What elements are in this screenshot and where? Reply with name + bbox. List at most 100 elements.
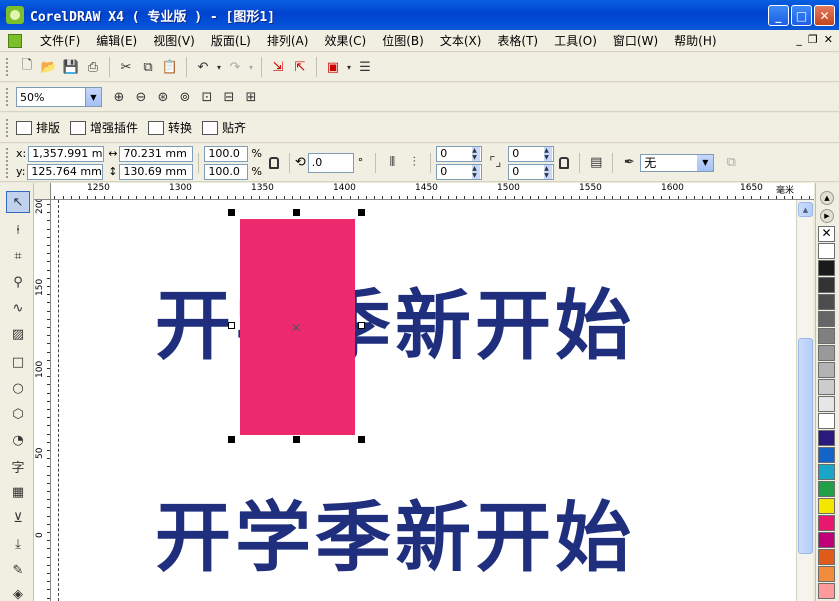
rectangle-tool-icon[interactable]: □: [6, 351, 30, 373]
selection-handle[interactable]: [358, 436, 365, 443]
scale-y-field[interactable]: 100.0: [204, 163, 249, 180]
zoom-page-icon[interactable]: ⊡: [196, 86, 218, 108]
application-launcher-icon[interactable]: ▣: [322, 56, 344, 78]
horizontal-ruler[interactable]: 1250 1300 1350 1400 1450 1500 1550 1600 …: [34, 183, 814, 200]
toolbar-grip[interactable]: [6, 147, 10, 178]
height-field[interactable]: 130.69 mm: [119, 163, 194, 180]
options-icon[interactable]: ☰: [354, 56, 376, 78]
scale-x-field[interactable]: 100.0: [204, 145, 249, 162]
color-swatch[interactable]: [818, 532, 835, 548]
plugin-convert[interactable]: 转换: [148, 119, 192, 136]
convert-to-curves-icon[interactable]: ⧉: [720, 152, 742, 174]
color-swatch[interactable]: [818, 345, 835, 361]
center-marker-icon[interactable]: ✕: [291, 321, 301, 335]
zoom-page-width-icon[interactable]: ⊟: [218, 86, 240, 108]
menu-help[interactable]: 帮助(H): [666, 32, 724, 49]
color-swatch[interactable]: [818, 566, 835, 582]
menu-table[interactable]: 表格(T): [489, 32, 546, 49]
toolbar-grip[interactable]: [6, 118, 10, 137]
save-icon[interactable]: 💾: [60, 56, 82, 78]
polygon-tool-icon[interactable]: ⬡: [6, 403, 30, 425]
print-icon[interactable]: ⎙: [82, 56, 104, 78]
zoom-all-objects-icon[interactable]: ⊚: [174, 86, 196, 108]
plugin-enhance[interactable]: 增强插件: [70, 119, 138, 136]
selection-handle[interactable]: [228, 322, 235, 329]
toolbar-grip[interactable]: [6, 88, 10, 106]
zoom-out-icon[interactable]: ⊖: [130, 86, 152, 108]
doc-restore-button[interactable]: ❐: [808, 33, 818, 46]
copy-icon[interactable]: ⧉: [137, 56, 159, 78]
color-swatch[interactable]: [818, 583, 835, 599]
ruler-origin[interactable]: [34, 183, 51, 200]
outline-width-select[interactable]: 无 ▼: [640, 153, 715, 172]
minimize-button[interactable]: _: [768, 5, 789, 26]
maximize-button[interactable]: □: [791, 5, 812, 26]
doc-close-button[interactable]: ✕: [824, 33, 833, 46]
shape-tool-icon[interactable]: ⍿: [6, 219, 30, 241]
vertical-scrollbar[interactable]: ▲: [796, 200, 813, 601]
undo-icon[interactable]: ↶: [192, 56, 214, 78]
selection-handle[interactable]: [293, 436, 300, 443]
interactive-tool-icon[interactable]: ⊻: [6, 507, 30, 529]
mirror-vertical-icon[interactable]: ⫶: [403, 152, 425, 174]
vertical-ruler[interactable]: 200 150 100 50 0: [34, 200, 51, 601]
color-swatch[interactable]: [818, 447, 835, 463]
fill-tool-icon[interactable]: ◈: [6, 583, 30, 601]
color-swatch[interactable]: [818, 498, 835, 514]
redo-dropdown-icon[interactable]: ▾: [246, 56, 256, 78]
color-swatch[interactable]: [818, 464, 835, 480]
cut-icon[interactable]: ✂: [115, 56, 137, 78]
width-field[interactable]: 70.231 mm: [119, 145, 194, 162]
zoom-tool-icon[interactable]: ⚲: [6, 271, 30, 293]
palette-scroll-up-icon[interactable]: ▲: [820, 191, 834, 205]
selection-handle[interactable]: [358, 209, 365, 216]
menu-edit[interactable]: 编辑(E): [88, 32, 145, 49]
zoom-level-select[interactable]: 50% ▼: [16, 87, 102, 107]
menu-text[interactable]: 文本(X): [432, 32, 490, 49]
paste-icon[interactable]: 📋: [159, 56, 181, 78]
ellipse-tool-icon[interactable]: ○: [6, 377, 30, 399]
corner-radius-bottom-left[interactable]: 0: [436, 163, 483, 180]
open-icon[interactable]: 📂: [38, 56, 60, 78]
wrap-paragraph-text-icon[interactable]: ▤: [585, 152, 607, 174]
color-swatch[interactable]: [818, 362, 835, 378]
zoom-in-icon[interactable]: ⊕: [108, 86, 130, 108]
color-swatch[interactable]: [818, 311, 835, 327]
corner-radius-top-left[interactable]: 0: [436, 145, 483, 162]
plugin-snap[interactable]: 贴齐: [202, 119, 246, 136]
text-tool-icon[interactable]: 字: [6, 455, 30, 477]
corner-radius-top-right[interactable]: 0: [508, 145, 555, 162]
headline-text-top[interactable]: 开学季新开始: [155, 288, 635, 364]
menu-bitmaps[interactable]: 位图(B): [374, 32, 432, 49]
menu-layout[interactable]: 版面(L): [203, 32, 259, 49]
color-swatch[interactable]: [818, 413, 835, 429]
selection-handle[interactable]: [293, 209, 300, 216]
eyedropper-tool-icon[interactable]: ⤓: [6, 533, 30, 555]
menu-view[interactable]: 视图(V): [145, 32, 203, 49]
color-swatch[interactable]: [818, 294, 835, 310]
zoom-page-height-icon[interactable]: ⊞: [240, 86, 262, 108]
x-position-field[interactable]: 1,357.991 mm: [28, 145, 105, 162]
zoom-selected-icon[interactable]: ⊛: [152, 86, 174, 108]
no-fill-swatch[interactable]: ✕: [818, 226, 835, 242]
menu-tools[interactable]: 工具(O): [546, 32, 605, 49]
plugin-typesetting[interactable]: 排版: [16, 119, 60, 136]
color-swatch[interactable]: [818, 396, 835, 412]
selection-handle[interactable]: [228, 209, 235, 216]
color-swatch[interactable]: [818, 515, 835, 531]
table-tool-icon[interactable]: ▦: [6, 481, 30, 503]
import-icon[interactable]: ⇲: [267, 56, 289, 78]
corner-lock-icon[interactable]: [559, 156, 570, 169]
basic-shapes-tool-icon[interactable]: ◔: [6, 429, 30, 451]
launcher-dropdown-icon[interactable]: ▾: [344, 56, 354, 78]
new-document-icon[interactable]: 🗋: [16, 56, 38, 78]
scroll-up-icon[interactable]: ▲: [798, 202, 813, 217]
doc-minimize-button[interactable]: _: [796, 33, 802, 46]
y-position-field[interactable]: 125.764 mm: [27, 163, 104, 180]
palette-flyout-icon[interactable]: ▶: [820, 209, 834, 223]
selection-handle[interactable]: [358, 322, 365, 329]
scroll-thumb[interactable]: [798, 338, 813, 554]
color-swatch[interactable]: [818, 379, 835, 395]
close-button[interactable]: ✕: [814, 5, 835, 26]
corner-radius-bottom-right[interactable]: 0: [508, 163, 555, 180]
